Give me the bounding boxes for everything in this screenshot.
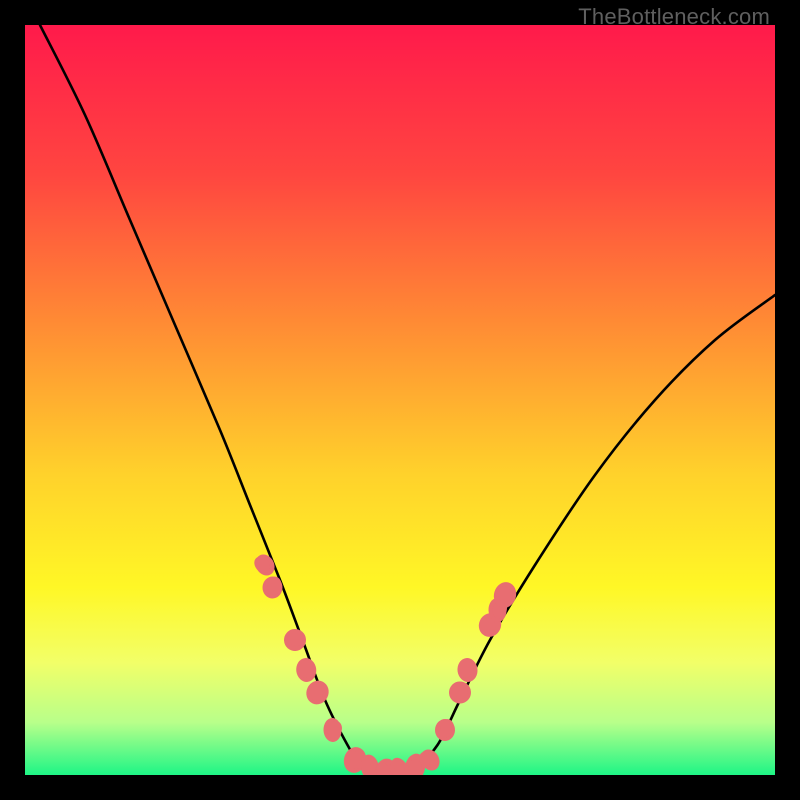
gradient-background <box>25 25 775 775</box>
watermark-text: TheBottleneck.com <box>578 4 770 30</box>
chart-frame <box>25 25 775 775</box>
bottleneck-plot <box>25 25 775 775</box>
